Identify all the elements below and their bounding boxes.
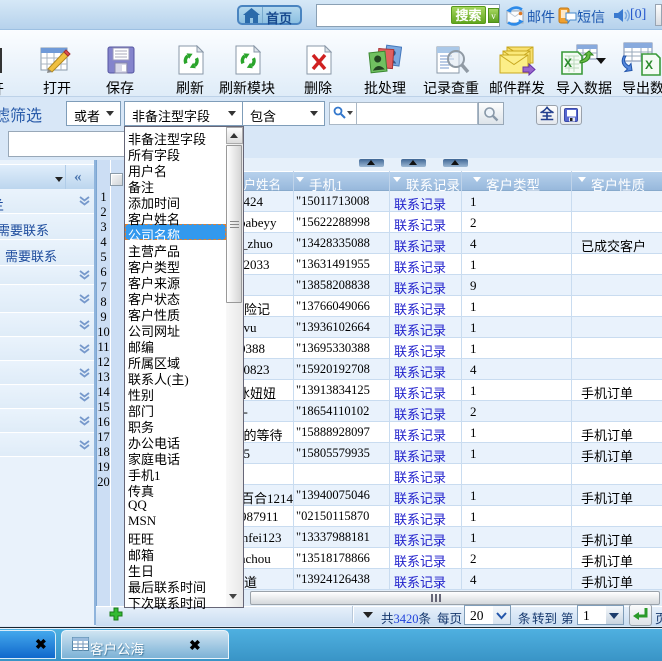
svg-text:X: X: [564, 56, 572, 70]
svg-text:X: X: [645, 58, 653, 72]
